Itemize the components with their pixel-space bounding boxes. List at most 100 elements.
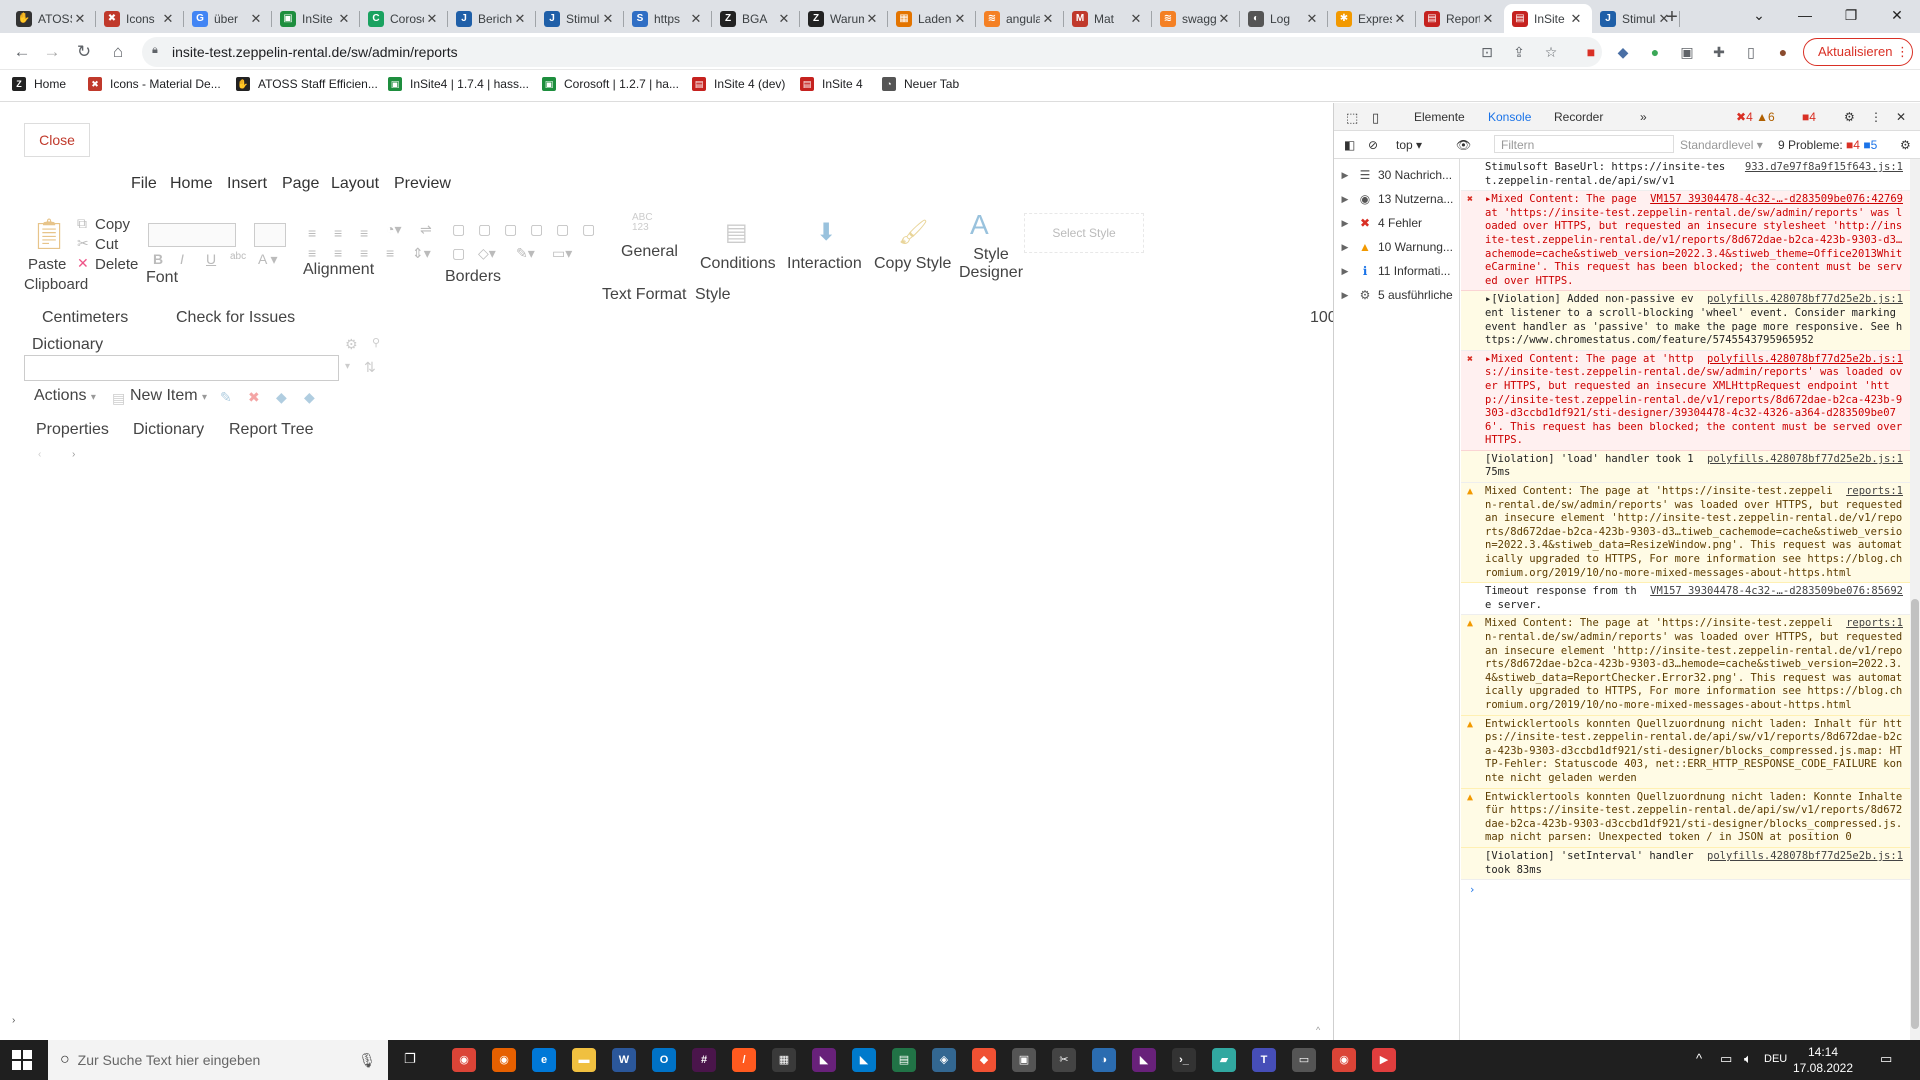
tab-console[interactable]: Konsole	[1488, 110, 1531, 124]
taskbar-app-icon[interactable]: ✂	[1052, 1048, 1076, 1072]
console-sidebar-item[interactable]: ▶ ℹ 11 Informati...	[1334, 259, 1460, 283]
browser-tab[interactable]: ✖ Icons ✕	[96, 4, 184, 33]
check-issues-button[interactable]: Check for Issues	[176, 309, 295, 327]
inspect-icon[interactable]: ⬚	[1346, 110, 1358, 126]
taskbar-app-icon[interactable]: ◑	[1092, 1048, 1116, 1072]
console-sidebar-item[interactable]: ▶ ◉ 13 Nutzerna...	[1334, 187, 1460, 211]
tab-close-icon[interactable]: ✕	[776, 11, 792, 27]
pin-icon[interactable]: ⚲	[372, 336, 380, 349]
console-message[interactable]: ▲ reports:1 Mixed Content: The page at 'ht…	[1461, 615, 1911, 716]
dictionary-dropdown-icon[interactable]: ▾	[345, 361, 350, 372]
clear-console-icon[interactable]: ⊘	[1368, 138, 1378, 152]
bookmark-star-icon[interactable]: ☆	[1540, 41, 1562, 63]
copy-style-icon[interactable]: 🖌︎	[898, 218, 928, 247]
units-button[interactable]: Centimeters	[42, 309, 128, 327]
conditions-icon[interactable]: ▤	[725, 218, 748, 247]
align-center-icon[interactable]: ≡	[334, 225, 342, 241]
taskbar-search[interactable]: ○ Zur Suche Text hier eingeben 🎙︎	[48, 1040, 388, 1080]
taskbar-app-icon[interactable]: ▣	[1012, 1048, 1036, 1072]
microphone-icon[interactable]: 🎙︎	[358, 1052, 376, 1069]
browser-tab[interactable]: ▤ InSite ✕	[1504, 4, 1592, 33]
cut-icon[interactable]: ✂	[77, 235, 89, 252]
browser-tab[interactable]: J Bericht ✕	[448, 4, 536, 33]
browser-tab[interactable]: ✱ Expression✕	[1328, 4, 1416, 33]
console-sidebar-item[interactable]: ▶ ▲ 10 Warnung...	[1334, 235, 1460, 259]
font-color-icon[interactable]: A ▾	[258, 251, 277, 268]
console-message[interactable]: polyfills.428078bf77d25e2b.js:1 [Violatio…	[1461, 847, 1911, 881]
message-source-link[interactable]: polyfills.428078bf77d25e2b.js:1	[1707, 453, 1903, 467]
fill-color-icon[interactable]: ◇▾	[478, 245, 496, 262]
italic-icon[interactable]: I	[180, 251, 184, 267]
menu-layout[interactable]: Layout	[331, 175, 379, 193]
font-name-select[interactable]	[148, 223, 236, 247]
bookmark-item[interactable]: ◔ Neuer Tab	[882, 77, 959, 91]
select-style-box[interactable]: Select Style	[1024, 213, 1144, 253]
taskbar-app-icon[interactable]: ▭	[1292, 1048, 1316, 1072]
conditions-button[interactable]: Conditions	[700, 255, 776, 273]
browser-tab[interactable]: ▦ Laden ✕	[888, 4, 976, 33]
expand-icon[interactable]: ▶	[1334, 266, 1356, 277]
forward-icon[interactable]: →	[40, 40, 64, 64]
interaction-icon[interactable]: ⬇	[816, 218, 836, 247]
tab-dictionary[interactable]: Dictionary	[133, 421, 204, 439]
align-middle-icon[interactable]: ≡	[334, 245, 342, 261]
tab-close-icon[interactable]: ✕	[600, 11, 616, 27]
close-window-icon[interactable]: ✕	[1874, 0, 1920, 33]
devtools-close-icon[interactable]: ✕	[1896, 110, 1906, 124]
minimize-icon[interactable]: —	[1782, 0, 1828, 33]
align-bottom-icon[interactable]: ≡	[360, 245, 368, 261]
console-message[interactable]: ▲ reports:1 Mixed Content: The page at 'ht…	[1461, 483, 1911, 584]
browser-tab[interactable]: C Corosoft✕	[360, 4, 448, 33]
wordwrap-icon[interactable]: ⇌	[420, 221, 432, 238]
tab-close-icon[interactable]: ✕	[248, 11, 264, 27]
browser-tab[interactable]: ▤ Report ✕	[1416, 4, 1504, 33]
taskbar-app-icon[interactable]: T	[1252, 1048, 1276, 1072]
console-sidebar-item[interactable]: ▶ ✖ 4 Fehler	[1334, 211, 1460, 235]
remove-icon[interactable]: ✖	[248, 389, 260, 406]
console-filter-input[interactable]: Filtern	[1494, 135, 1674, 153]
context-select[interactable]: top ▾	[1396, 138, 1422, 152]
console-message[interactable]: ▲ Entwicklertools konnten Quellzuordnung …	[1461, 715, 1911, 789]
taskbar-app-icon[interactable]: ◉	[1332, 1048, 1356, 1072]
avatar[interactable]: ●	[1772, 41, 1794, 63]
browser-tab[interactable]: M Mat ✕	[1064, 4, 1152, 33]
tab-close-icon[interactable]: ✕	[1216, 11, 1232, 27]
menu-page[interactable]: Page	[282, 175, 319, 193]
tab-recorder[interactable]: Recorder	[1554, 110, 1603, 124]
taskbar-app-icon[interactable]: ▦	[772, 1048, 796, 1072]
extension-shield-icon[interactable]: ◆	[1612, 41, 1634, 63]
copy-style-button[interactable]: Copy Style	[874, 255, 951, 273]
extension-box-icon[interactable]: ▣	[1676, 41, 1698, 63]
tab-close-icon[interactable]: ✕	[952, 11, 968, 27]
bookmark-item[interactable]: Z Home	[12, 77, 66, 91]
browser-tab[interactable]: ≋ angular✕	[976, 4, 1064, 33]
tray-chevron-icon[interactable]: ^	[1696, 1051, 1702, 1066]
tab-close-icon[interactable]: ✕	[160, 11, 176, 27]
home-icon[interactable]: ⌂	[106, 40, 130, 64]
taskbar-app-icon[interactable]: ◉	[492, 1048, 516, 1072]
text-format-general[interactable]: General	[621, 243, 678, 261]
console-message[interactable]: 933.d7e97f8a9f15f643.js:1 Stimulsoft Base…	[1461, 159, 1911, 192]
strikethrough-icon[interactable]: abc	[230, 251, 246, 262]
restore-icon[interactable]: ❐	[1828, 0, 1874, 33]
error-count-badge[interactable]: ✖4 ▲6	[1736, 110, 1775, 124]
expand-icon[interactable]: ▶	[1334, 170, 1356, 181]
more-tabs-icon[interactable]: »	[1640, 110, 1647, 124]
menu-home[interactable]: Home	[170, 175, 213, 193]
tab-close-icon[interactable]: ✕	[1392, 11, 1408, 27]
task-view-icon[interactable]: ❐	[404, 1051, 416, 1067]
taskbar-app-icon[interactable]: ▶	[1372, 1048, 1396, 1072]
bookmark-item[interactable]: ✋ ATOSS Staff Efficien...	[236, 77, 378, 91]
interaction-button[interactable]: Interaction	[787, 255, 862, 273]
extension-red-icon[interactable]: ■	[1580, 41, 1602, 63]
message-source-link[interactable]: polyfills.428078bf77d25e2b.js:1	[1707, 293, 1903, 307]
bookmark-item[interactable]: ▣ Corosoft | 1.2.7 | ha...	[542, 77, 679, 91]
console-message[interactable]: VM157 39304478-4c32-…-d283509be076:85692…	[1461, 583, 1911, 616]
taskbar-app-icon[interactable]: O	[652, 1048, 676, 1072]
reload-icon[interactable]: ↻	[72, 40, 96, 64]
volume-icon[interactable]: 🔈︎	[1744, 1051, 1752, 1067]
taskbar-app-icon[interactable]: ◣	[812, 1048, 836, 1072]
taskbar-app-icon[interactable]: ›_	[1172, 1048, 1196, 1072]
copy-icon[interactable]: ⧉	[77, 215, 87, 232]
tab-elements[interactable]: Elemente	[1414, 110, 1465, 124]
